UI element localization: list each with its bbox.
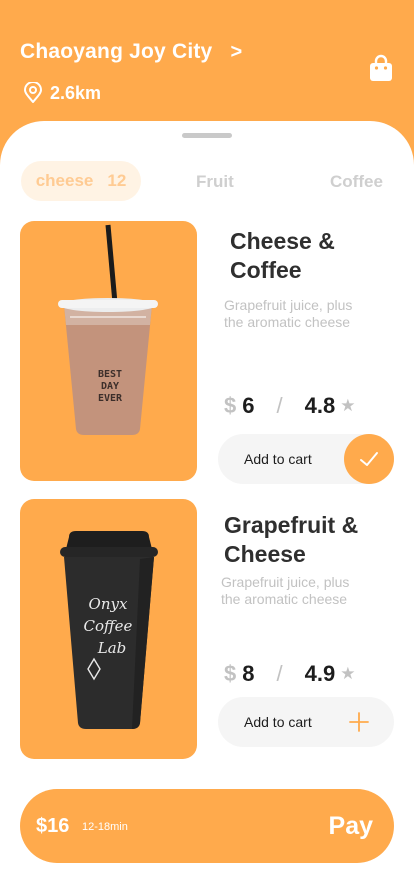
tab-fruit[interactable]: Fruit [196, 172, 234, 192]
delivery-eta: 12-18min [82, 821, 128, 833]
separator: / [276, 393, 283, 418]
checkout-bar[interactable]: $16 12-18min Pay [20, 789, 394, 863]
pay-button[interactable]: Pay [329, 812, 373, 841]
product-title: Cheese & Coffee [230, 227, 335, 285]
price-rating-row: $ 6 / 4.8 ★ [224, 393, 355, 419]
currency-symbol: $ [224, 661, 237, 686]
cup-print-line: Coffee [84, 617, 133, 635]
product-image[interactable]: Onyx Coffee Lab [20, 499, 197, 759]
store-selector[interactable]: Chaoyang Joy City > [20, 40, 242, 64]
checkmark-icon [360, 452, 378, 466]
rating-value: 4.8 [304, 393, 336, 418]
product-title-line: Cheese & [230, 228, 335, 254]
cup-print-line: DAY [101, 381, 119, 392]
product-description: Grapefruit juice, plus the aromatic chee… [221, 574, 349, 608]
chevron-right-icon: > [230, 40, 243, 63]
distance-text: 2.6km [50, 82, 102, 103]
plus-icon[interactable] [349, 712, 369, 732]
add-to-cart-label: Add to cart [244, 451, 312, 467]
location-pin-icon [24, 82, 42, 103]
cup-print-line: BEST [98, 369, 122, 380]
rating-value: 4.9 [304, 661, 336, 686]
product-description-line: Grapefruit juice, plus [224, 297, 353, 313]
product-description: Grapefruit juice, plus the aromatic chee… [224, 297, 352, 331]
tab-count-badge: 12 [107, 171, 127, 190]
product-description-line: the aromatic cheese [224, 314, 351, 330]
shopping-bag-icon[interactable] [369, 54, 393, 82]
star-icon: ★ [340, 664, 356, 683]
store-name: Chaoyang Joy City [20, 40, 213, 63]
product-title-line: Grapefruit & [224, 512, 359, 538]
distance-info: 2.6km [23, 82, 101, 104]
add-to-cart-label: Add to cart [244, 714, 312, 730]
separator: / [276, 661, 283, 686]
product-description-line: Grapefruit juice, plus [221, 574, 350, 590]
add-to-cart-button[interactable]: Add to cart [218, 697, 394, 747]
cup-print-line: Lab [97, 639, 127, 657]
tab-label: cheese [35, 171, 94, 190]
tab-cheese[interactable]: cheese 12 [21, 161, 141, 201]
star-icon: ★ [340, 396, 356, 415]
product-image[interactable]: BEST DAY EVER [20, 221, 197, 481]
price-value: 8 [242, 661, 255, 686]
tab-coffee[interactable]: Coffee [330, 172, 383, 192]
price-value: 6 [242, 393, 255, 418]
currency-symbol: $ [224, 393, 237, 418]
product-title-line: Cheese [224, 541, 306, 567]
added-indicator[interactable] [344, 434, 394, 484]
iced-coffee-cup-image: BEST DAY EVER [58, 224, 158, 435]
hot-coffee-cup-image: Onyx Coffee Lab [60, 531, 158, 729]
cup-print-line: EVER [98, 393, 123, 404]
order-total: $16 [36, 815, 70, 837]
cup-print-line: Onyx [89, 595, 128, 613]
add-to-cart-button[interactable]: Add to cart [218, 434, 394, 484]
product-description-line: the aromatic cheese [221, 591, 348, 607]
product-title: Grapefruit & Cheese [224, 511, 358, 569]
product-title-line: Coffee [230, 257, 302, 283]
price-rating-row: $ 8 / 4.9 ★ [224, 661, 355, 687]
sheet-handle[interactable] [182, 133, 232, 138]
